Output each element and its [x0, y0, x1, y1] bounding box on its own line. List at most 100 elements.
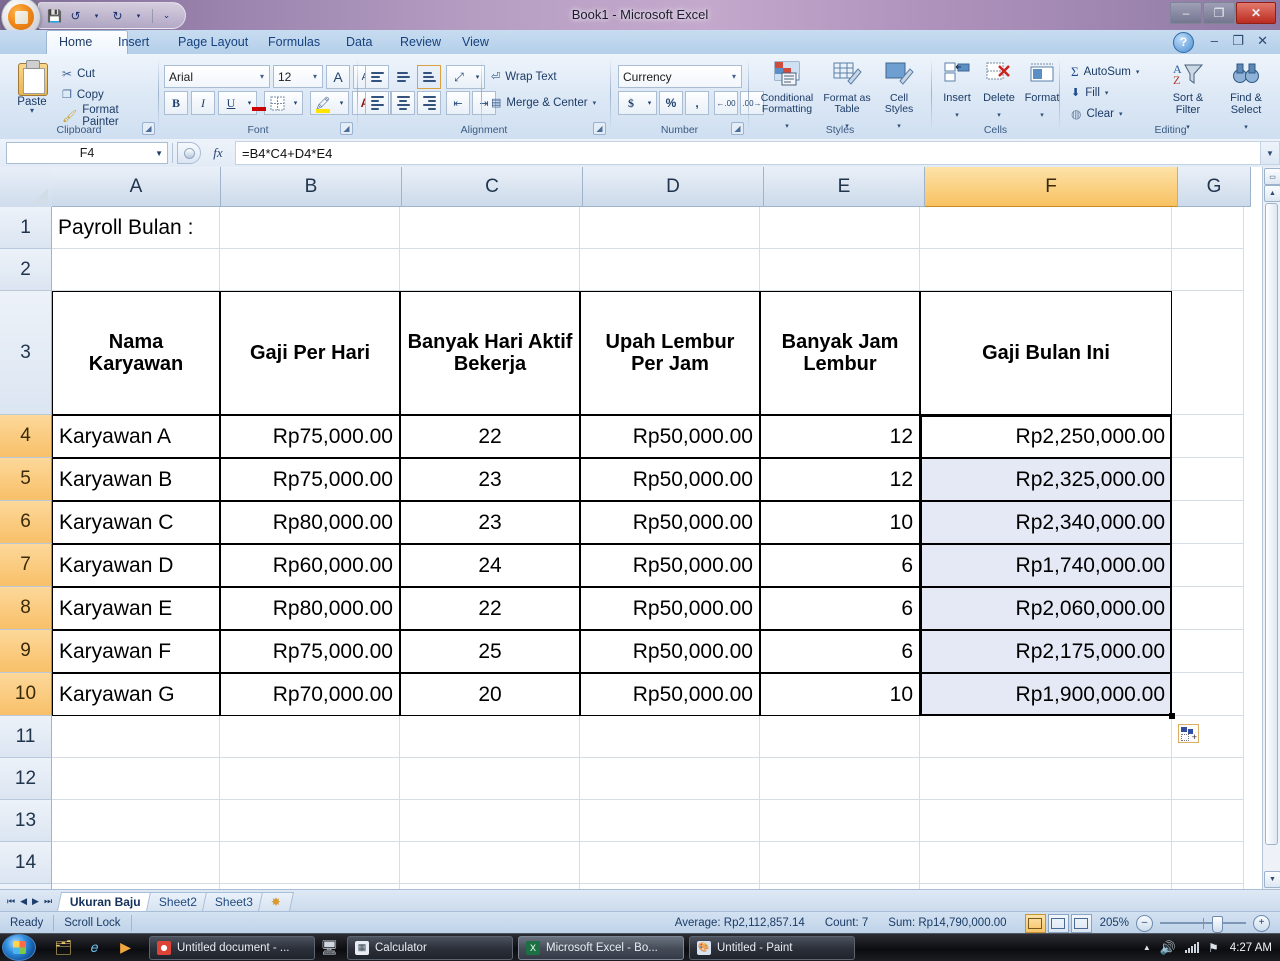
table-row[interactable]: Karyawan G: [52, 673, 220, 716]
cell-G2[interactable]: [1172, 249, 1244, 291]
wrap-text-button[interactable]: ⏎ Wrap Text: [489, 66, 557, 87]
borders-chevron-down-icon[interactable]: ▾: [289, 91, 302, 115]
insert-chevron-down-icon[interactable]: ▾: [955, 112, 959, 119]
formula-bar-toggle[interactable]: [177, 142, 201, 164]
align-right-button[interactable]: [417, 91, 441, 115]
taskbar-item-chrome[interactable]: Untitled document - ...: [149, 935, 315, 960]
cell-G6[interactable]: [1172, 501, 1244, 544]
fill-chevron-down-icon[interactable]: ▾: [1105, 89, 1109, 97]
minimize-button[interactable]: –: [1170, 2, 1202, 24]
cell-G13[interactable]: [1172, 800, 1244, 842]
clipboard-dialog-launcher[interactable]: ◢: [142, 122, 155, 135]
fill-button[interactable]: ⬇ Fill ▾: [1069, 82, 1139, 103]
row-header-9[interactable]: 9: [0, 630, 52, 673]
underline-split-button[interactable]: U ▾: [218, 91, 257, 115]
row-header-7[interactable]: 7: [0, 544, 52, 587]
orientation-split-button[interactable]: ⤢ ▾: [446, 65, 485, 89]
align-left-button[interactable]: [365, 91, 389, 115]
table-row[interactable]: Karyawan E: [52, 587, 220, 630]
vertical-scrollbar[interactable]: ▭ ▲ ▼: [1262, 167, 1280, 889]
zoom-slider[interactable]: [1160, 915, 1246, 933]
cell-B14[interactable]: [220, 842, 400, 884]
cell-F11[interactable]: [920, 716, 1172, 758]
cell-G4[interactable]: [1172, 415, 1244, 458]
table-row[interactable]: Rp75,000.00: [220, 630, 400, 673]
cell-C13[interactable]: [400, 800, 580, 842]
tab-insert[interactable]: Insert: [106, 30, 161, 54]
bold-button[interactable]: B: [164, 91, 188, 115]
zoom-in-button[interactable]: +: [1253, 914, 1270, 932]
table-row[interactable]: Karyawan B: [52, 458, 220, 501]
cell-G12[interactable]: [1172, 758, 1244, 800]
next-sheet-icon[interactable]: ▶: [32, 896, 39, 907]
fill-handle[interactable]: [1169, 713, 1175, 719]
table-row[interactable]: Rp75,000.00: [220, 415, 400, 458]
borders-icon[interactable]: [265, 91, 289, 115]
cell-F2[interactable]: [920, 249, 1172, 291]
last-sheet-icon[interactable]: ⏭: [44, 896, 52, 907]
volume-icon[interactable]: 🔊: [1160, 940, 1176, 956]
sheet-tab-ukuran-baju[interactable]: Ukuran Baju: [57, 891, 156, 911]
cell-E14[interactable]: [760, 842, 920, 884]
show-desktop-icon[interactable]: 🗂: [54, 938, 73, 957]
clear-chevron-down-icon[interactable]: ▾: [1119, 110, 1123, 118]
row-header-8[interactable]: 8: [0, 587, 52, 630]
cell-E1[interactable]: [760, 207, 920, 249]
cell-F13[interactable]: [920, 800, 1172, 842]
pinned-app-icon[interactable]: 🖥: [320, 938, 339, 957]
row-header-10[interactable]: 10: [0, 673, 52, 716]
formula-input[interactable]: =B4*C4+D4*E4: [235, 141, 1260, 165]
row-header-1[interactable]: 1: [0, 207, 52, 249]
cell-D12[interactable]: [580, 758, 760, 800]
accounting-format-split-button[interactable]: $ ▾: [618, 91, 657, 115]
table-row[interactable]: 22: [400, 415, 580, 458]
table-row[interactable]: Rp80,000.00: [220, 501, 400, 544]
table-row[interactable]: Rp2,175,000.00: [920, 630, 1172, 673]
name-box-chevron-down-icon[interactable]: ▼: [155, 149, 163, 158]
borders-split-button[interactable]: ▾: [264, 91, 303, 115]
cell-B1[interactable]: [220, 207, 400, 249]
cell-G14[interactable]: [1172, 842, 1244, 884]
select-all-button[interactable]: [0, 167, 53, 208]
fill-color-split-button[interactable]: 🖍 ▾: [310, 91, 349, 115]
tab-review[interactable]: Review: [388, 30, 453, 54]
column-header-d[interactable]: D: [583, 167, 764, 207]
cell-A2[interactable]: [52, 249, 220, 291]
format-chevron-down-icon[interactable]: ▾: [1040, 112, 1044, 119]
table-row[interactable]: Karyawan F: [52, 630, 220, 673]
table-row[interactable]: Rp2,250,000.00: [920, 415, 1172, 458]
table-row[interactable]: Karyawan D: [52, 544, 220, 587]
redo-chevron-down-icon[interactable]: ▾: [129, 6, 148, 25]
cell-G7[interactable]: [1172, 544, 1244, 587]
cell-E11[interactable]: [760, 716, 920, 758]
autosum-button[interactable]: Σ AutoSum ▾: [1069, 61, 1139, 82]
cell-C1[interactable]: [400, 207, 580, 249]
cell-D1[interactable]: [580, 207, 760, 249]
table-row[interactable]: Rp50,000.00: [580, 415, 760, 458]
table-row[interactable]: 6: [760, 587, 920, 630]
copy-button[interactable]: ❐ Copy: [60, 84, 158, 105]
merge-center-chevron-down-icon[interactable]: ▾: [593, 99, 597, 107]
zoom-slider-handle[interactable]: [1212, 915, 1223, 933]
taskbar-clock[interactable]: 4:27 AM: [1228, 942, 1272, 954]
cell-A11[interactable]: [52, 716, 220, 758]
tab-page-layout[interactable]: Page Layout: [166, 30, 260, 54]
underline-chevron-down-icon[interactable]: ▾: [243, 91, 256, 115]
table-row[interactable]: Rp50,000.00: [580, 544, 760, 587]
expand-formula-bar-chevron-down-icon[interactable]: ▼: [1260, 141, 1280, 165]
table-header-cell[interactable]: Gaji Bulan Ini: [920, 291, 1172, 415]
table-row[interactable]: 20: [400, 673, 580, 716]
cell-styles-button[interactable]: Cell Styles ▾: [876, 61, 922, 133]
row-header-11[interactable]: 11: [0, 716, 52, 758]
ribbon-close-button[interactable]: ✕: [1257, 33, 1268, 49]
normal-view-button[interactable]: [1024, 913, 1046, 933]
column-header-f[interactable]: F: [925, 167, 1178, 207]
cell-G1[interactable]: [1172, 207, 1244, 249]
row-header-12[interactable]: 12: [0, 758, 52, 800]
table-header-cell[interactable]: Banyak Jam Lembur: [760, 291, 920, 415]
cell-E13[interactable]: [760, 800, 920, 842]
middle-align-button[interactable]: [391, 65, 415, 89]
tray-expand-icon[interactable]: ▲: [1143, 943, 1151, 952]
column-header-b[interactable]: B: [221, 167, 402, 207]
save-icon[interactable]: 💾: [45, 6, 64, 25]
